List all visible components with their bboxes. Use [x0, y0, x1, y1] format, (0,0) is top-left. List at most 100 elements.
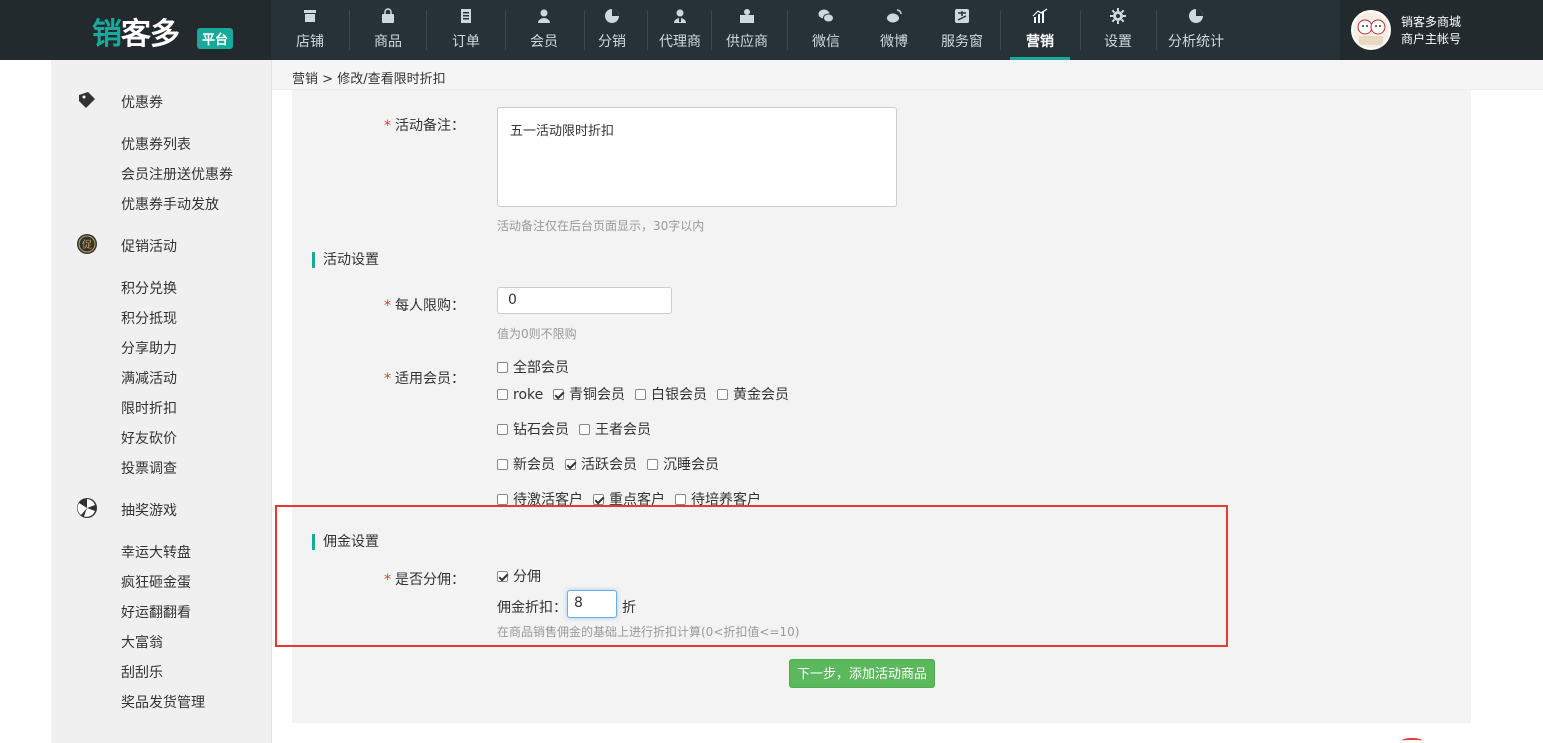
sidebar-item-golden-egg[interactable]: 疯狂砸金蛋 [121, 572, 191, 592]
nav-label: 营销 [1026, 34, 1054, 50]
sidebar-item-full-reduction[interactable]: 满减活动 [121, 368, 177, 388]
alipay-icon [955, 9, 969, 23]
member-checkbox-king[interactable]: 王者会员 [579, 422, 651, 438]
member-checkbox-key-customer[interactable]: 重点客户 [593, 492, 665, 506]
brand-logo[interactable]: 销客多 平台 [0, 0, 271, 60]
remark-hint: 活动备注仅在后台页面显示，30字以内 [497, 219, 705, 233]
page-gutter [0, 60, 51, 743]
remark-textarea[interactable]: 五一活动限时折扣 [497, 107, 897, 207]
members-label: * 适用会员： [384, 371, 465, 387]
sidebar-item-prize-shipping[interactable]: 奖品发货管理 [121, 692, 205, 712]
nav-label: 供应商 [726, 34, 768, 50]
nav-label: 会员 [530, 34, 558, 50]
member-checkbox-active[interactable]: 活跃会员 [565, 457, 637, 473]
nav-item-goods[interactable]: 商品 [361, 0, 415, 60]
sidebar-item-scratch[interactable]: 刮刮乐 [121, 662, 163, 682]
member-checkbox-to-cultivate[interactable]: 待培养客户 [675, 492, 761, 506]
logo-badge: 平台 [197, 28, 234, 49]
nav-item-orders[interactable]: 订单 [439, 0, 493, 60]
breadcrumb-parent[interactable]: 营销 [292, 72, 318, 87]
nav-item-service-window[interactable]: 服务窗 [935, 0, 989, 60]
sidebar-item-wheel[interactable]: 幸运大转盘 [121, 542, 191, 562]
sidebar-item-points-exchange[interactable]: 积分兑换 [121, 278, 177, 298]
nav-item-marketing[interactable]: 营销 [1010, 0, 1070, 60]
user-icon [538, 9, 550, 23]
nav-item-members[interactable]: 会员 [517, 0, 571, 60]
member-checkbox-diamond[interactable]: 钻石会员 [497, 422, 569, 438]
nav-divider [711, 10, 712, 50]
nav-item-shop[interactable]: 店铺 [283, 0, 337, 60]
nav-label: 订单 [452, 34, 480, 50]
nav-divider [426, 10, 427, 50]
nav-item-settings[interactable]: 设置 [1091, 0, 1145, 60]
member-checkbox-sleeping[interactable]: 沉睡会员 [647, 457, 719, 473]
checkbox-box[interactable] [579, 424, 590, 435]
sidebar-item-manual-coupon[interactable]: 优惠券手动发放 [121, 194, 219, 214]
lottery-icon [77, 498, 97, 518]
wechat-icon [818, 9, 834, 23]
checkbox-box[interactable] [675, 494, 686, 505]
checkbox-box[interactable] [647, 459, 658, 470]
nav-divider [505, 10, 506, 50]
sidebar-group-label: 抽奖游戏 [121, 503, 177, 519]
nav-item-agents[interactable]: 代理商 [653, 0, 707, 60]
nav-item-weibo[interactable]: 微博 [867, 0, 921, 60]
sidebar-item-points-cash[interactable]: 积分抵现 [121, 308, 177, 328]
member-checkbox-gold[interactable]: 黄金会员 [717, 387, 789, 403]
sidebar-item-monopoly[interactable]: 大富翁 [121, 632, 163, 652]
breadcrumb-bar: 营销 > 修改/查看限时折扣 [272, 60, 1543, 90]
sidebar-group-lottery[interactable]: 抽奖游戏 [51, 495, 272, 523]
promotion-icon: 促 [77, 234, 97, 254]
nav-divider [787, 10, 788, 50]
member-checkbox-new[interactable]: 新会员 [497, 457, 555, 473]
checkbox-box[interactable] [497, 494, 508, 505]
nav-item-wechat[interactable]: 微信 [799, 0, 853, 60]
account-menu[interactable]: 销客多商城 商户主帐号 [1340, 0, 1543, 60]
breadcrumb-separator: > [318, 72, 338, 87]
checkbox-box[interactable] [497, 389, 508, 400]
bag-icon [382, 8, 394, 23]
nav-divider [1156, 10, 1157, 50]
checkbox-box[interactable] [717, 389, 728, 400]
sidebar-item-share-assist[interactable]: 分享助力 [121, 338, 177, 358]
avatar [1351, 10, 1391, 50]
sidebar-item-flash-discount[interactable]: 限时折扣 [121, 398, 177, 418]
member-checkbox-roke[interactable]: roke [497, 387, 543, 403]
weibo-icon [887, 9, 902, 23]
member-checkbox-silver[interactable]: 白银会员 [635, 387, 707, 403]
checkbox-box[interactable] [497, 424, 508, 435]
sidebar-group-label: 优惠券 [121, 95, 163, 111]
nav-item-suppliers[interactable]: 供应商 [720, 0, 774, 60]
sidebar-group-promotions[interactable]: 促 促销活动 [51, 231, 272, 259]
member-row-clipped: 待激活客户 重点客户 待培养客户 [292, 488, 892, 506]
checkbox-box[interactable] [497, 362, 508, 373]
checkbox-box[interactable] [565, 459, 576, 470]
nav-label: 服务窗 [941, 34, 983, 50]
activity-settings-title: 活动设置 [312, 252, 379, 268]
member-checkbox-bronze[interactable]: 青铜会员 [553, 387, 625, 403]
member-checkbox-to-activate[interactable]: 待激活客户 [497, 492, 583, 506]
limit-input[interactable]: 0 [497, 287, 672, 314]
nav-item-distribution[interactable]: 分销 [585, 0, 639, 60]
sidebar-item-register-coupon[interactable]: 会员注册送优惠券 [121, 164, 233, 184]
gear-icon [1110, 8, 1126, 24]
next-step-button[interactable]: 下一步，添加活动商品 [789, 659, 935, 688]
limit-hint: 值为0则不限购 [497, 327, 577, 341]
checkbox-box[interactable] [497, 459, 508, 470]
sidebar-group-label: 促销活动 [121, 239, 177, 255]
checkbox-box[interactable] [635, 389, 646, 400]
sidebar-item-bargain[interactable]: 好友砍价 [121, 428, 177, 448]
nav-label: 设置 [1104, 34, 1132, 50]
stats-pie-icon [1189, 9, 1203, 23]
sidebar-item-flip-card[interactable]: 好运翻翻看 [121, 602, 191, 622]
nav-item-analytics[interactable]: 分析统计 [1163, 0, 1229, 60]
member-checkbox-all[interactable]: 全部会员 [497, 360, 569, 376]
shop-icon [304, 10, 316, 22]
sidebar-item-coupon-list[interactable]: 优惠券列表 [121, 134, 191, 154]
sidebar: 优惠券 优惠券列表 会员注册送优惠券 优惠券手动发放 促 促销活动 积分兑换 积… [51, 60, 272, 743]
sidebar-group-coupons[interactable]: 优惠券 [51, 87, 272, 115]
nav-label: 微信 [812, 34, 840, 50]
checkbox-box[interactable] [593, 494, 604, 505]
checkbox-box[interactable] [553, 389, 564, 400]
sidebar-item-vote[interactable]: 投票调查 [121, 458, 177, 478]
